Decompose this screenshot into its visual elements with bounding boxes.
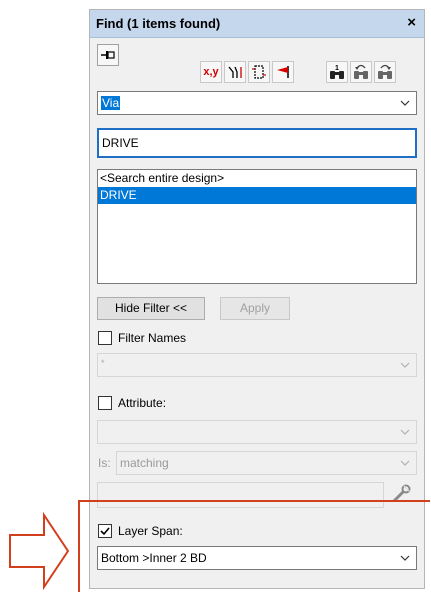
find-next-icon	[378, 64, 392, 79]
attribute-label: Attribute:	[118, 396, 167, 410]
pin-button[interactable]	[97, 44, 119, 66]
find-next-button[interactable]	[374, 61, 396, 83]
chevron-down-icon	[400, 429, 410, 435]
match-mode-combo[interactable]: matching	[116, 451, 417, 475]
results-list[interactable]: <Search entire design> DRIVE	[97, 169, 417, 284]
attribute-checkbox[interactable]	[98, 396, 112, 410]
chevron-down-icon	[400, 362, 410, 368]
find-button[interactable]: 1	[326, 61, 348, 83]
hide-filter-button[interactable]: Hide Filter <<	[97, 297, 205, 320]
xy-button[interactable]: x,y	[200, 61, 222, 83]
type-combo[interactable]: Via	[97, 91, 417, 115]
find-previous-button[interactable]	[350, 61, 372, 83]
xy-coordinate-icon: x,y	[203, 66, 219, 78]
pin-icon	[101, 51, 115, 59]
attribute-combo[interactable]	[97, 420, 417, 444]
component-button[interactable]	[248, 61, 270, 83]
highlight-frame	[78, 500, 430, 592]
filter-names-combo[interactable]: *	[97, 353, 417, 377]
find-previous-icon	[354, 64, 368, 79]
find-icon: 1	[330, 65, 344, 79]
title-bar: Find (1 items found) ×	[90, 10, 424, 38]
filter-names-value: *	[101, 358, 105, 368]
search-input[interactable]: DRIVE	[97, 128, 417, 158]
is-label: Is:	[98, 456, 111, 470]
find-number: 1	[335, 65, 339, 72]
match-mode-value: matching	[120, 456, 169, 470]
route-button[interactable]	[224, 61, 246, 83]
filter-names-checkbox[interactable]	[98, 331, 112, 345]
list-item[interactable]: <Search entire design>	[98, 170, 416, 187]
type-combo-value: Via	[101, 96, 121, 110]
chevron-down-icon	[400, 460, 410, 466]
close-button[interactable]: ×	[407, 14, 416, 31]
list-item-selected[interactable]: DRIVE	[98, 187, 416, 204]
route-icon	[228, 66, 242, 78]
apply-button[interactable]: Apply	[220, 297, 290, 320]
panel-title: Find (1 items found)	[96, 16, 221, 31]
callout-arrow-shape	[9, 511, 70, 591]
chevron-down-icon	[400, 100, 410, 106]
flag-button[interactable]	[272, 61, 294, 83]
type-combo-value-wrap: Via	[101, 96, 121, 110]
flag-icon	[277, 66, 289, 78]
search-input-value: DRIVE	[102, 136, 139, 150]
component-outline-icon	[252, 65, 266, 79]
filter-names-label: Filter Names	[118, 331, 187, 345]
